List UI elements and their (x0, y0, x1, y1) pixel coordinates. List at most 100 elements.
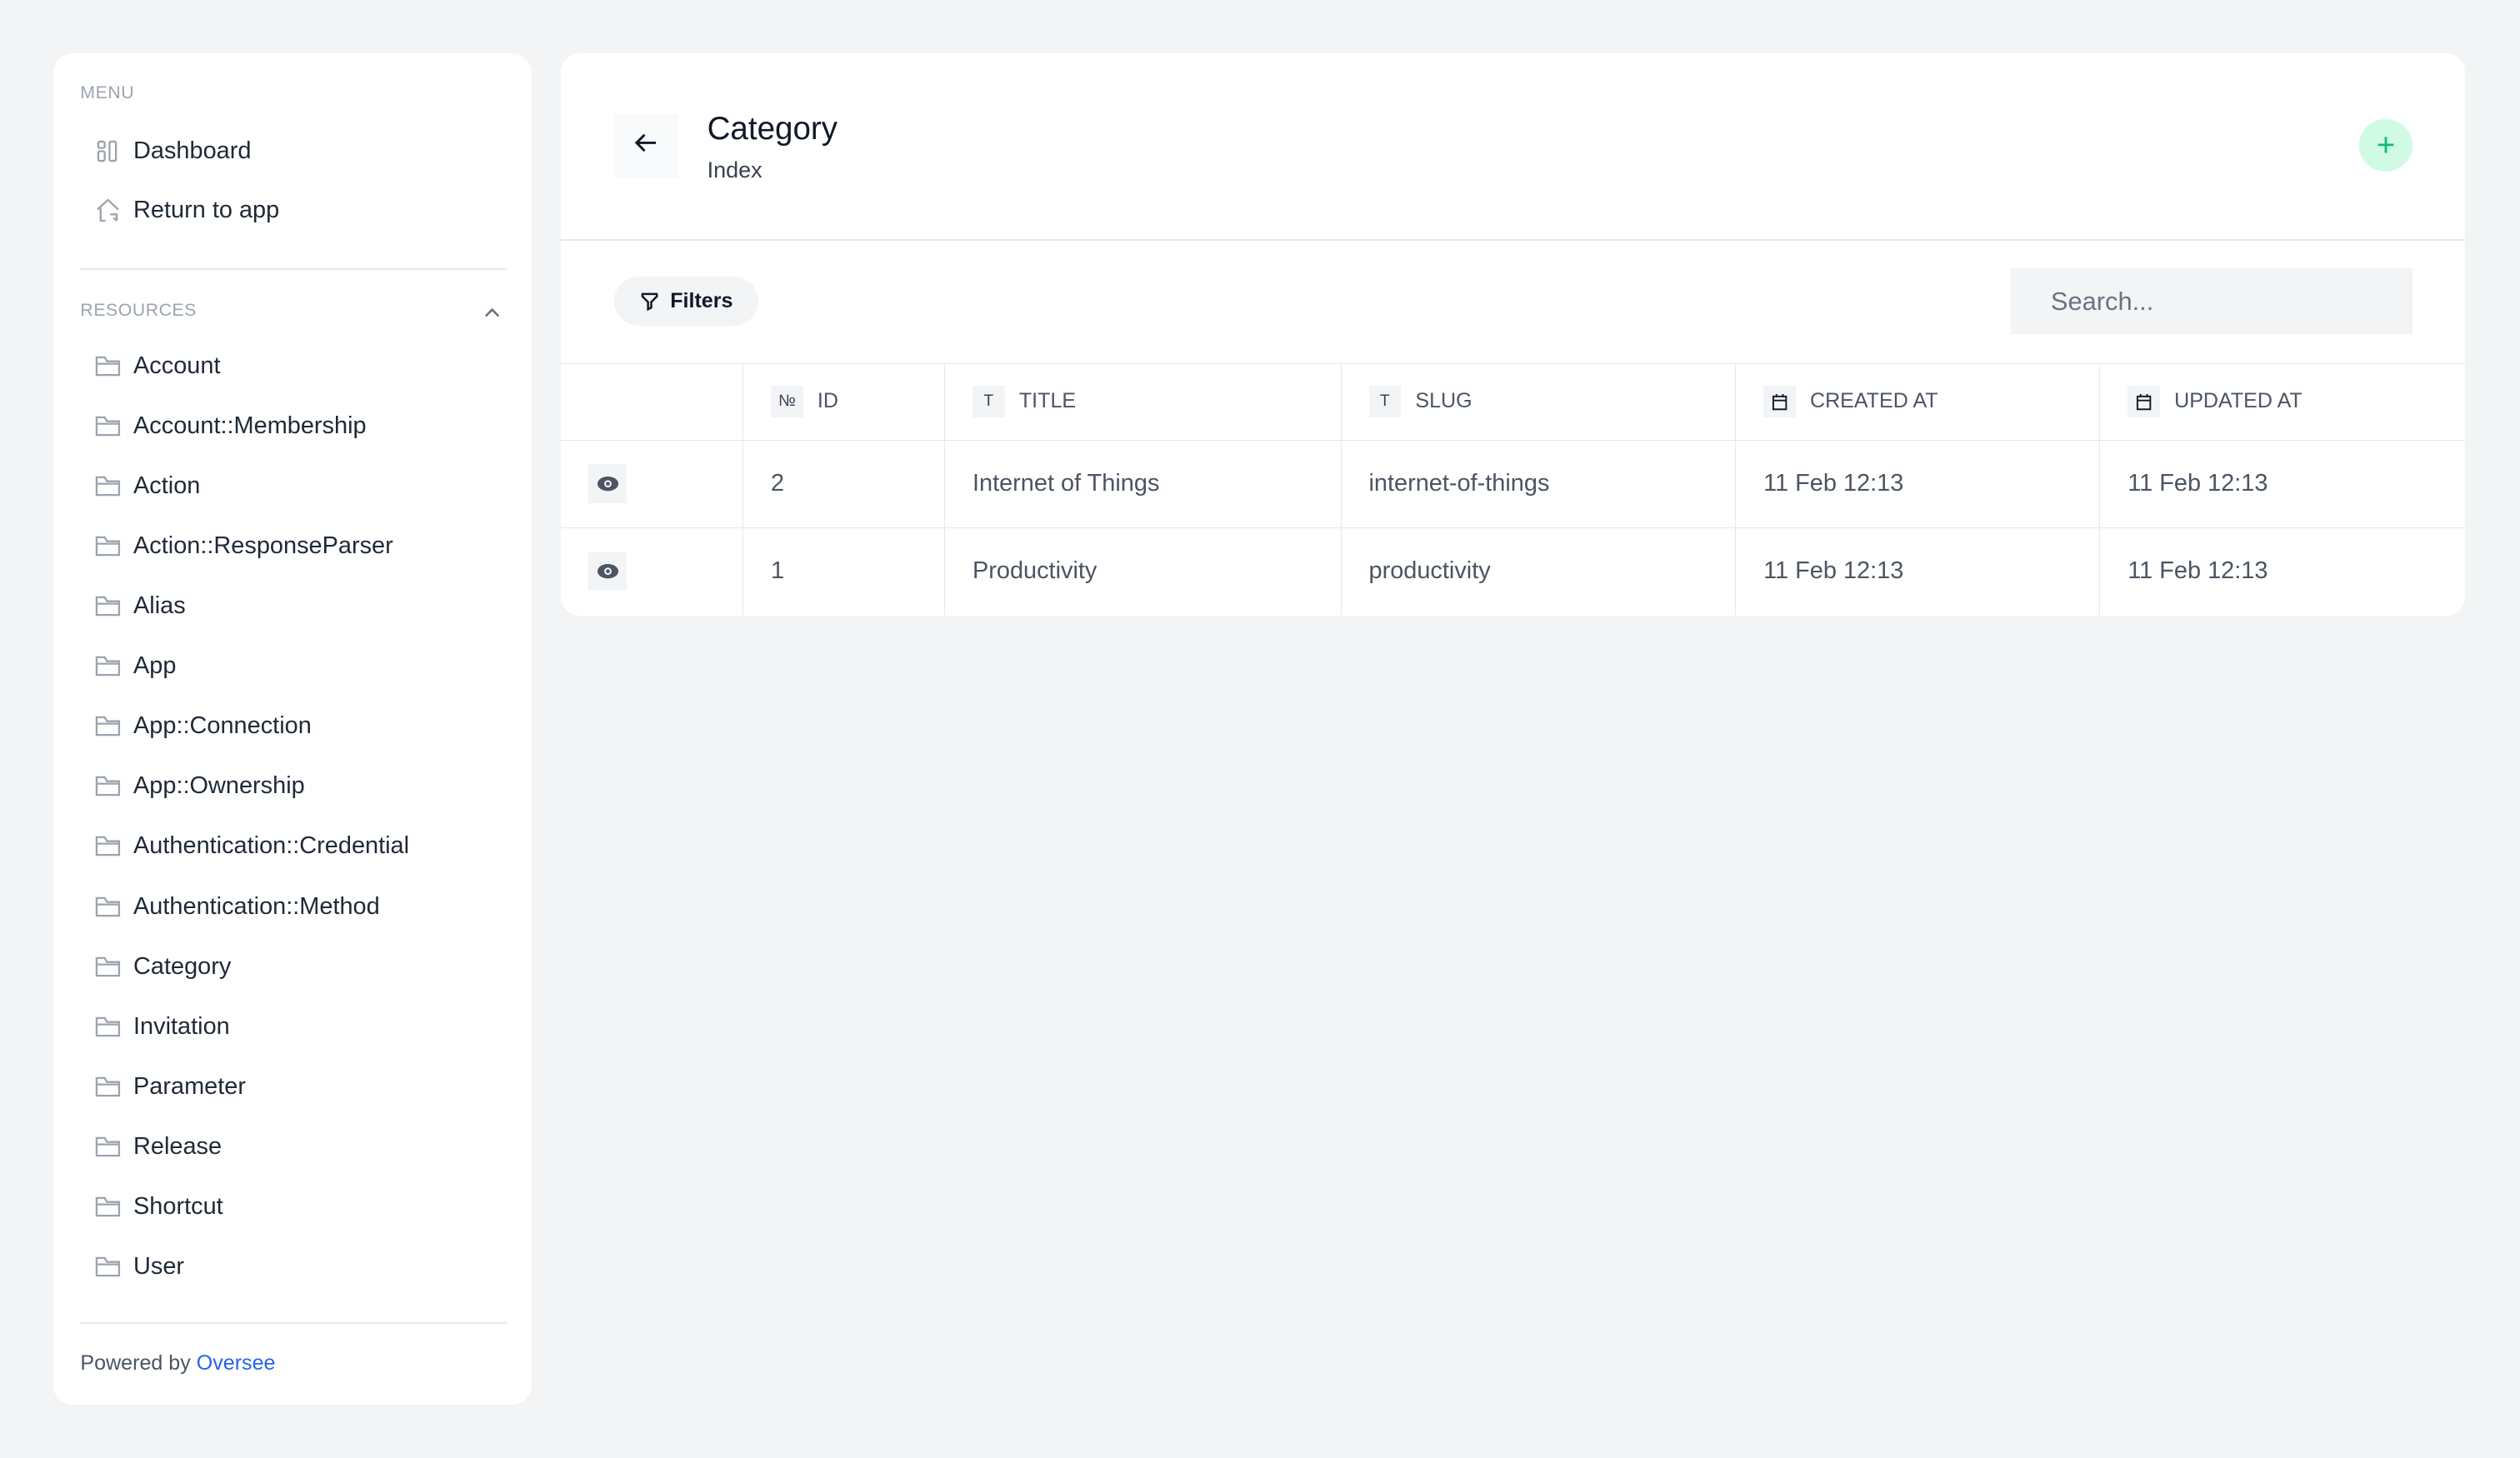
column-header-slug[interactable]: T SLUG (1340, 363, 1736, 440)
column-header-updated-at[interactable]: UPDATED AT (2099, 363, 2466, 440)
table-cell: Productivity (944, 527, 1342, 615)
folder-icon (95, 894, 121, 920)
powered-by: Powered by Oversee (80, 1351, 275, 1376)
column-label: CREATED AT (1809, 388, 1938, 412)
column-label: SLUG (1415, 388, 1472, 412)
table-cell: 11 Feb 12:13 (2099, 440, 2466, 528)
sidebar-item-label: App::Ownership (133, 772, 305, 800)
sidebar-item-label: Authentication::Method (133, 892, 380, 920)
sidebar-item-user[interactable]: User (80, 1242, 506, 1291)
sidebar-item-label: Account::Membership (133, 412, 367, 440)
folder-icon (95, 413, 121, 439)
sidebar-item-category[interactable]: Category (80, 942, 506, 991)
sidebar-item-return-to-app[interactable]: Return to app (80, 187, 506, 235)
text-type-icon: T (972, 385, 1005, 418)
folder-icon (95, 653, 121, 679)
sidebar-item-label: Parameter (133, 1072, 246, 1100)
row-actions (561, 440, 743, 527)
sidebar-item-shortcut[interactable]: Shortcut (80, 1182, 506, 1231)
table-cell: 1 (742, 527, 945, 615)
add-button[interactable]: + (2359, 118, 2412, 172)
table-header-row: № ID T TITLE T SLUG CREATED AT UPDATED AT (561, 363, 2466, 440)
calendar-icon (2128, 385, 2160, 418)
table-cell: 11 Feb 12:13 (1735, 527, 2100, 615)
sidebar-item-label: Action::ResponseParser (133, 532, 393, 560)
column-label: TITLE (1018, 388, 1077, 412)
folder-icon (95, 1194, 121, 1220)
view-eye-icon[interactable] (588, 552, 628, 591)
sidebar-item-invitation[interactable]: Invitation (80, 1002, 506, 1051)
table-cell: productivity (1340, 527, 1736, 615)
menu-label: MENU (80, 83, 135, 103)
calendar-icon (1763, 385, 1796, 418)
folder-icon (95, 834, 121, 860)
filters-button[interactable]: Filters (613, 276, 759, 327)
sidebar-item-label: App (133, 652, 177, 680)
folder-icon (95, 713, 121, 739)
table-cell: 11 Feb 12:13 (1735, 440, 2100, 528)
sidebar-item-account[interactable]: Account (80, 342, 506, 391)
sidebar-item-parameter[interactable]: Parameter (80, 1062, 506, 1111)
page-title: Category (707, 111, 838, 147)
folder-icon (95, 353, 121, 379)
view-eye-icon[interactable] (588, 464, 628, 503)
table-cell: 2 (742, 440, 945, 528)
divider (561, 239, 2466, 242)
sidebar-item-label: Return to app (133, 197, 280, 224)
powered-by-text: Powered by (80, 1351, 191, 1375)
oversee-link[interactable]: Oversee (197, 1351, 276, 1375)
sidebar-item-label: Release (133, 1132, 222, 1160)
sidebar-item-label: Invitation (133, 1012, 230, 1040)
divider (80, 1322, 507, 1325)
sidebar-item-app-ownership[interactable]: App::Ownership (80, 762, 506, 811)
sidebar-item-label: Account (133, 352, 221, 380)
sidebar-item-label: Authentication::Credential (133, 832, 410, 860)
dashboard-icon (95, 138, 121, 164)
table-cell: internet-of-things (1340, 440, 1736, 528)
sidebar-item-dashboard[interactable]: Dashboard (80, 127, 506, 175)
column-label: ID (817, 388, 838, 412)
sidebar-item-authentication-credential[interactable]: Authentication::Credential (80, 822, 506, 871)
sidebar-item-label: User (133, 1252, 185, 1280)
table-row: 2 Internet of Things internet-of-things 11 … (561, 440, 2466, 528)
plus-icon: + (2376, 127, 2396, 163)
sidebar-item-app-connection[interactable]: App::Connection (80, 702, 506, 751)
folder-icon (95, 774, 121, 800)
sidebar-item-label: App::Connection (133, 712, 312, 740)
sidebar-item-label: Shortcut (133, 1192, 223, 1220)
sidebar-item-action[interactable]: Action (80, 462, 506, 511)
folder-icon (95, 1254, 121, 1280)
home-return-icon (95, 197, 121, 223)
sidebar-item-alias[interactable]: Alias (80, 582, 506, 631)
table-cell: Internet of Things (944, 440, 1342, 528)
text-type-icon: T (1368, 385, 1402, 418)
sidebar: MENU Dashboard Return to app RESOURCES A… (52, 52, 532, 1405)
filter-icon (641, 292, 658, 312)
sidebar-item-action-responseparser[interactable]: Action::ResponseParser (80, 522, 506, 571)
folder-icon (95, 1014, 121, 1040)
column-header-created-at[interactable]: CREATED AT (1735, 363, 2100, 440)
sidebar-item-authentication-method[interactable]: Authentication::Method (80, 882, 506, 931)
divider (80, 268, 507, 270)
column-label: UPDATED AT (2174, 388, 2302, 412)
folder-icon (95, 533, 121, 559)
table-row: 1 Productivity productivity 11 Feb 12:13 11 … (561, 527, 2466, 615)
sidebar-item-label: Action (133, 472, 201, 500)
row-actions (561, 527, 743, 615)
filters-label: Filters (670, 289, 733, 313)
table-cell: 11 Feb 12:13 (2099, 527, 2466, 615)
resources-label: RESOURCES (80, 300, 197, 320)
folder-icon (95, 1134, 121, 1160)
chevron-up-icon[interactable] (482, 299, 502, 329)
sidebar-item-label: Category (133, 952, 232, 980)
column-header-id[interactable]: № ID (742, 363, 945, 440)
sidebar-item-account-membership[interactable]: Account::Membership (80, 402, 506, 451)
page-subtitle: Index (707, 157, 762, 182)
column-header-title[interactable]: T TITLE (944, 363, 1342, 440)
folder-icon (95, 473, 121, 499)
back-button[interactable] (613, 113, 678, 179)
sidebar-item-release[interactable]: Release (80, 1122, 506, 1171)
sidebar-item-app[interactable]: App (80, 642, 506, 691)
search-input[interactable] (2010, 268, 2412, 335)
main-panel: Category Index + Filters № ID T TITLE T SLUG C… (561, 52, 2466, 616)
